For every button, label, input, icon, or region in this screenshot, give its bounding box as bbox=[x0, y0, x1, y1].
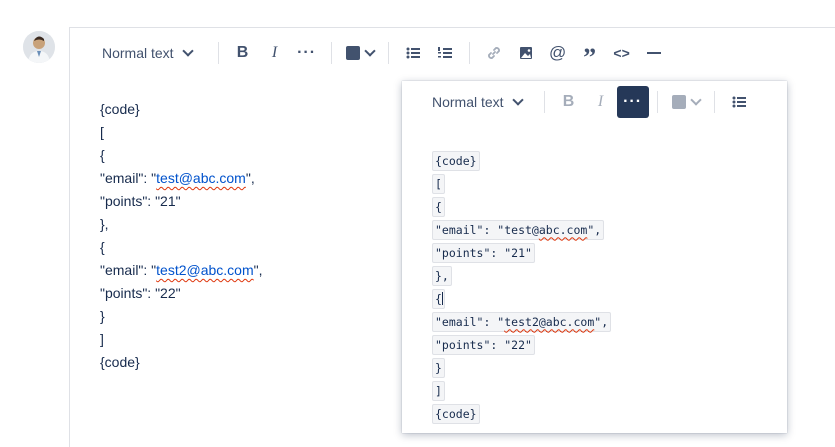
email-link[interactable]: test2@abc.com bbox=[156, 262, 253, 278]
text-style-dropdown[interactable]: Normal text bbox=[96, 45, 198, 61]
code-line: }, bbox=[432, 264, 611, 287]
code-line: {code} bbox=[432, 402, 611, 425]
misspelled-text: test2@abc.com bbox=[504, 314, 595, 329]
text-cursor bbox=[441, 292, 443, 305]
bullet-list-icon bbox=[732, 96, 746, 108]
email-link[interactable]: test@abc.com bbox=[156, 170, 246, 186]
user-avatar[interactable] bbox=[23, 31, 55, 63]
code-line: "email": "test@abc.com", bbox=[432, 218, 611, 241]
numbered-list-icon bbox=[437, 47, 452, 58]
more-formatting-button[interactable]: ··· bbox=[616, 86, 649, 118]
image-button[interactable] bbox=[510, 37, 542, 69]
code-button[interactable]: <> bbox=[606, 37, 638, 69]
code-line: "points": "21" bbox=[432, 241, 611, 264]
text-line: { bbox=[100, 239, 105, 255]
bold-button[interactable]: B bbox=[553, 86, 585, 118]
inline-code: {code} bbox=[432, 403, 480, 424]
italic-button[interactable]: I bbox=[259, 37, 291, 69]
code-line: "email": "test2@abc.com", bbox=[432, 310, 612, 333]
code-line: [ bbox=[432, 172, 611, 195]
main-toolbar: Normal text B I ··· @ ” <> bbox=[96, 37, 670, 72]
misspelled-text: abc.com bbox=[538, 222, 588, 237]
toolbar-divider bbox=[713, 91, 715, 113]
italic-button[interactable]: I bbox=[585, 86, 617, 118]
toolbar-divider bbox=[656, 91, 658, 113]
chevron-down-icon bbox=[511, 94, 524, 106]
code-fragment: ", bbox=[594, 314, 609, 329]
person-icon bbox=[23, 31, 55, 63]
code-line: ] bbox=[432, 379, 611, 402]
text-fragment: "email": " bbox=[100, 262, 157, 278]
link-icon bbox=[487, 47, 500, 59]
inline-code: "points": "22" bbox=[432, 334, 535, 355]
code-fragment: "email": "test@ bbox=[435, 222, 539, 237]
mention-button[interactable]: @ bbox=[542, 37, 574, 69]
inline-code: "email": "test@abc.com", bbox=[432, 219, 605, 240]
toolbar-divider bbox=[468, 42, 470, 64]
bold-button[interactable]: B bbox=[227, 37, 259, 69]
color-swatch-icon bbox=[345, 46, 360, 60]
toolbar-divider bbox=[387, 42, 389, 64]
link-button[interactable] bbox=[478, 37, 510, 69]
text-fragment: ", bbox=[253, 262, 263, 278]
text-line: } bbox=[100, 308, 105, 324]
inline-code: }, bbox=[432, 265, 452, 286]
inline-code: "email": "test2@abc.com", bbox=[432, 311, 612, 332]
horizontal-rule-button[interactable] bbox=[638, 37, 670, 69]
inline-code: { bbox=[432, 288, 445, 309]
toolbar-divider bbox=[330, 42, 332, 64]
code-line: { bbox=[432, 287, 611, 310]
code-fragment: "email": " bbox=[435, 314, 505, 329]
chevron-down-icon bbox=[181, 45, 194, 57]
toolbar-divider bbox=[543, 91, 545, 113]
code-fragment: ", bbox=[587, 222, 602, 237]
more-formatting-button[interactable]: ··· bbox=[291, 37, 323, 69]
code-line: } bbox=[432, 356, 611, 379]
bullet-list-button[interactable] bbox=[723, 86, 755, 118]
text-fragment: ", bbox=[245, 170, 255, 186]
text-fragment: "email": " bbox=[100, 170, 157, 186]
text-style-label: Normal text bbox=[432, 94, 504, 110]
inline-code: { bbox=[432, 196, 445, 217]
text-line: [ bbox=[100, 124, 104, 140]
text-line: { bbox=[100, 147, 105, 163]
text-style-dropdown[interactable]: Normal text bbox=[426, 94, 528, 110]
popup-editor-preview[interactable]: Normal text B I ··· {code} [ { "email": … bbox=[402, 81, 787, 433]
text-style-label: Normal text bbox=[102, 45, 174, 61]
text-line: {code} bbox=[100, 354, 140, 370]
numbered-list-button[interactable] bbox=[429, 37, 461, 69]
code-line: "points": "22" bbox=[432, 333, 611, 356]
quote-button[interactable]: ” bbox=[574, 37, 606, 72]
image-icon bbox=[519, 47, 532, 59]
inline-code: ] bbox=[432, 380, 445, 401]
inline-code: [ bbox=[432, 173, 445, 194]
inline-code: } bbox=[432, 357, 445, 378]
text-line: ] bbox=[100, 331, 104, 347]
code-line: {code} bbox=[432, 149, 611, 172]
inline-code: "points": "21" bbox=[432, 242, 535, 263]
toolbar-divider bbox=[217, 42, 219, 64]
inline-code: {code} bbox=[432, 150, 480, 171]
text-line-email: "email": "test2@abc.com", bbox=[100, 259, 263, 282]
text-color-button[interactable] bbox=[666, 86, 706, 118]
text-line: "points": "21" bbox=[100, 193, 181, 209]
bullet-list-button[interactable] bbox=[397, 37, 429, 69]
popup-content[interactable]: {code} [ { "email": "test@abc.com", "poi… bbox=[432, 149, 612, 425]
bullet-list-icon bbox=[406, 47, 420, 59]
popup-toolbar: Normal text B I ··· bbox=[426, 86, 755, 118]
text-line: "points": "22" bbox=[100, 285, 181, 301]
editor-content[interactable]: {code} [ { "email": "test@abc.com", "poi… bbox=[100, 98, 263, 374]
chevron-down-icon bbox=[363, 45, 376, 57]
code-line: { bbox=[432, 195, 611, 218]
text-line: {code} bbox=[100, 101, 140, 117]
color-swatch-icon bbox=[671, 95, 686, 109]
chevron-down-icon bbox=[689, 94, 702, 106]
text-line: }, bbox=[100, 216, 109, 232]
horizontal-rule-icon bbox=[646, 52, 661, 54]
text-color-button[interactable] bbox=[340, 37, 380, 69]
text-line-email: "email": "test@abc.com", bbox=[100, 167, 263, 190]
